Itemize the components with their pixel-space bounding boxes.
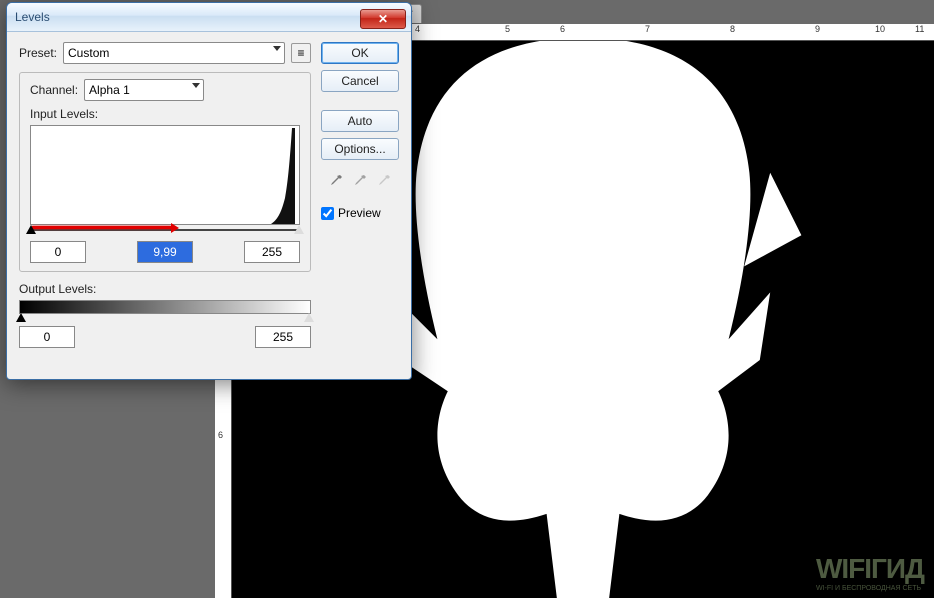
watermark: WIFIГИД WI-FI И БЕСПРОВОДНАЯ СЕТЬ [816,553,924,592]
black-point-handle[interactable] [26,225,36,234]
ok-button[interactable]: OK [321,42,399,64]
ruler-tick: 5 [505,24,510,34]
channel-value: Alpha 1 [89,83,130,97]
preset-value: Custom [68,46,109,60]
ruler-tick: 6 [218,430,223,440]
eyedropper-gray-icon[interactable] [351,172,369,190]
histogram[interactable] [30,125,300,225]
preset-combo[interactable]: Custom [63,42,285,64]
ruler-tick: 7 [645,24,650,34]
close-button[interactable]: ✕ [360,9,406,29]
histogram-curve [271,128,295,224]
auto-button[interactable]: Auto [321,110,399,132]
preview-checkbox-label[interactable]: Preview [321,206,399,220]
input-black-field[interactable] [30,241,86,263]
watermark-text: WIFIГИД [816,553,924,584]
ruler-tick: 11 [915,24,924,34]
preset-menu-button[interactable]: ≡ [291,43,311,63]
output-white-handle[interactable] [304,313,314,322]
channel-label: Channel: [30,83,78,97]
ruler-tick: 10 [875,24,885,34]
preview-checkbox[interactable] [321,207,334,220]
chevron-down-icon [273,46,281,51]
levels-dialog: Levels ✕ Preset: Custom ≡ Channel: [6,2,412,380]
dialog-title: Levels [15,10,360,24]
input-gamma-field[interactable] [137,241,193,263]
annotation-arrow [32,226,172,229]
eyedropper-black-icon[interactable] [327,172,345,190]
eyedropper-white-icon[interactable] [375,172,393,190]
chevron-down-icon [192,83,200,88]
output-levels-label: Output Levels: [19,282,311,296]
ruler-tick: 9 [815,24,820,34]
watermark-sub: WI-FI И БЕСПРОВОДНАЯ СЕТЬ [816,585,924,592]
cancel-button[interactable]: Cancel [321,70,399,92]
output-gradient[interactable] [19,300,311,314]
menu-icon: ≡ [297,46,304,60]
preset-label: Preset: [19,46,57,60]
ruler-tick: 4 [415,24,420,34]
dialog-titlebar[interactable]: Levels ✕ [7,3,411,32]
output-black-field[interactable] [19,326,75,348]
ruler-tick: 6 [560,24,565,34]
input-slider[interactable] [30,225,300,237]
channel-combo[interactable]: Alpha 1 [84,79,204,101]
white-point-handle[interactable] [294,225,304,234]
input-levels-label: Input Levels: [30,107,98,121]
options-button[interactable]: Options... [321,138,399,160]
input-white-field[interactable] [244,241,300,263]
output-white-field[interactable] [255,326,311,348]
close-icon: ✕ [378,12,388,26]
channel-fieldset: Channel: Alpha 1 Input Levels: [19,72,311,272]
output-black-handle[interactable] [16,313,26,322]
ruler-tick: 8 [730,24,735,34]
preview-text: Preview [338,206,381,220]
